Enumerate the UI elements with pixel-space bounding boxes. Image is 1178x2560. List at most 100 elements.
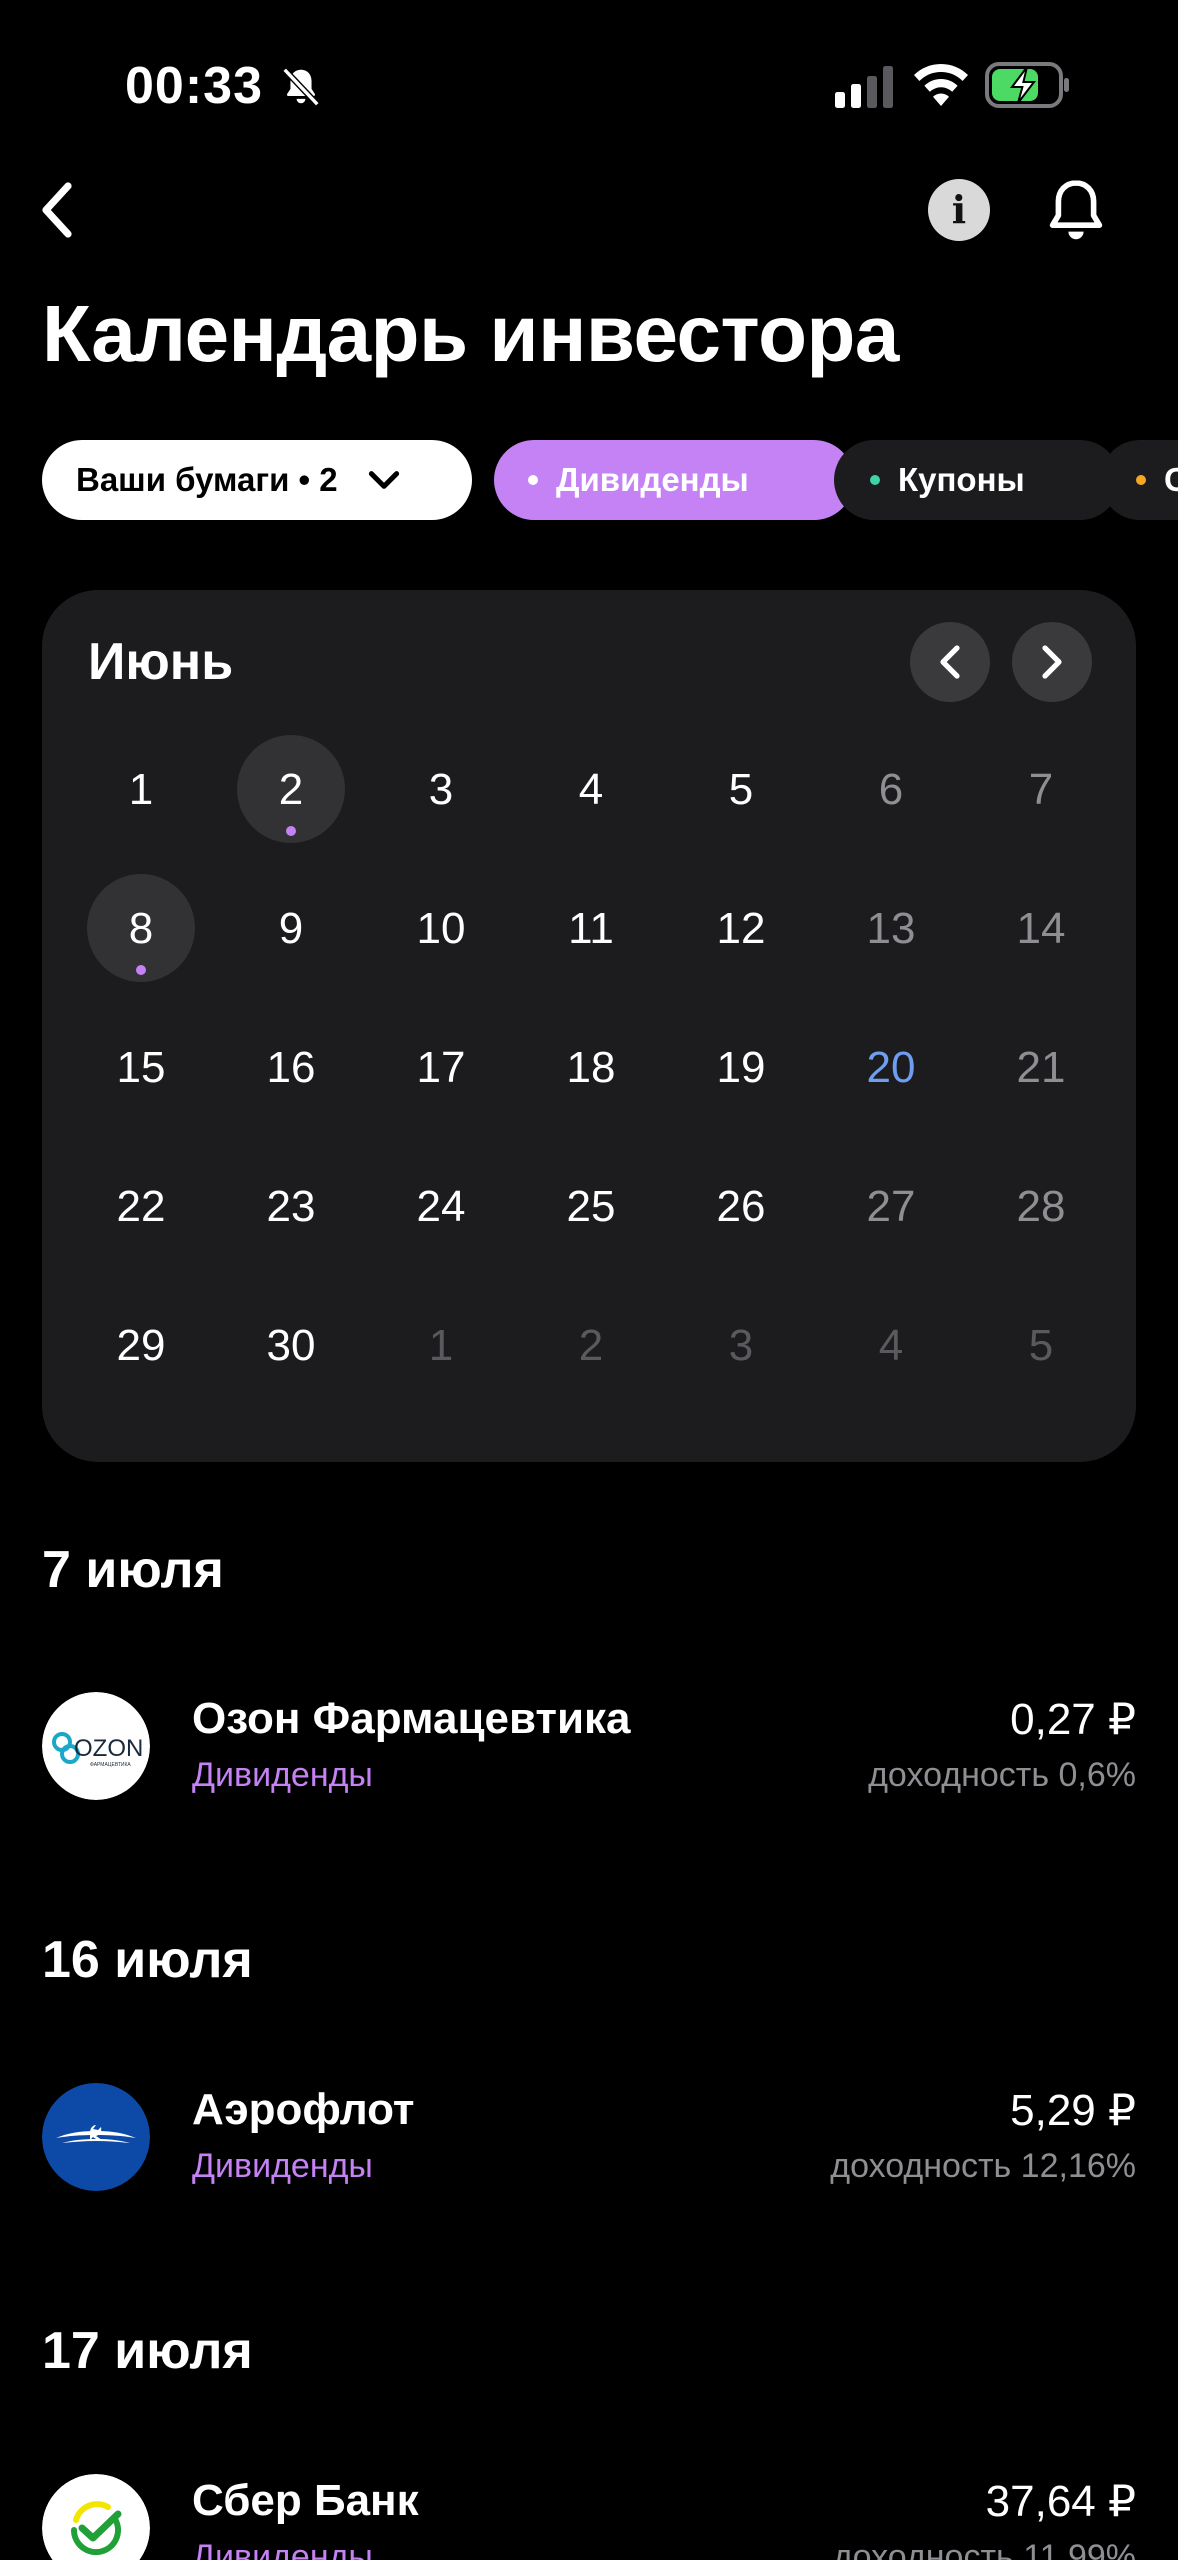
calendar-day[interactable]: 27 xyxy=(816,1137,966,1276)
calendar-day-number: 29 xyxy=(116,1320,166,1370)
dividends-dot xyxy=(528,475,538,485)
calendar-day[interactable]: 13 xyxy=(816,859,966,998)
calendar-day[interactable]: 25 xyxy=(516,1137,666,1276)
calendar-day-number: 8 xyxy=(128,903,154,953)
dividends-filter[interactable]: Дивиденды xyxy=(494,440,854,520)
dividends-filter-label: Дивиденды xyxy=(556,461,749,498)
calendar-day[interactable]: 23 xyxy=(216,1137,366,1276)
calendar-day[interactable]: 17 xyxy=(366,998,516,1137)
calendar-week: 22 23 24 25 26 27 28 xyxy=(66,1137,1116,1276)
sber-logo xyxy=(42,2474,150,2560)
coupons-dot xyxy=(870,475,880,485)
event-amount: 0,27 ₽ xyxy=(1010,1695,1136,1744)
event-type: Дивиденды xyxy=(192,1756,373,1794)
calendar-day[interactable]: 2 xyxy=(516,1276,666,1415)
calendar-day-number: 9 xyxy=(278,903,304,953)
calendar-day[interactable]: 9 xyxy=(216,859,366,998)
calendar-day-number: 28 xyxy=(1016,1181,1066,1231)
month-calendar: Июнь 1 2 3 4 5 6 7 8 9 10 11 12 13 14 15 16 17 18 19 20 21 22… xyxy=(42,590,1136,1462)
calendar-day[interactable]: 1 xyxy=(66,720,216,859)
calendar-day-number: 21 xyxy=(1016,1042,1066,1092)
calendar-day-number: 11 xyxy=(568,903,614,953)
calendar-day-today[interactable]: 20 xyxy=(816,998,966,1137)
calendar-day[interactable]: 3 xyxy=(666,1276,816,1415)
other-dot xyxy=(1136,475,1146,485)
calendar-day-number: 12 xyxy=(716,903,766,953)
calendar-day-number: 16 xyxy=(266,1042,316,1092)
chevron-left-icon xyxy=(940,645,960,679)
calendar-day[interactable]: 24 xyxy=(366,1137,516,1276)
calendar-day[interactable]: 10 xyxy=(366,859,516,998)
calendar-grid: 1 2 3 4 5 6 7 8 9 10 11 12 13 14 15 16 17 18 19 20 21 22 23 24 2… xyxy=(66,720,1116,1415)
calendar-day[interactable]: 19 xyxy=(666,998,816,1137)
calendar-day-number: 26 xyxy=(716,1181,766,1231)
calendar-day[interactable]: 26 xyxy=(666,1137,816,1276)
info-button[interactable]: i xyxy=(928,179,990,241)
calendar-day[interactable]: 30 xyxy=(216,1276,366,1415)
calendar-day[interactable]: 21 xyxy=(966,998,1116,1137)
date-heading: 17 июля xyxy=(42,2322,253,2380)
calendar-day-number: 30 xyxy=(266,1320,316,1370)
calendar-day-number: 14 xyxy=(1016,903,1066,953)
calendar-day-number: 19 xyxy=(716,1042,766,1092)
bell-icon[interactable] xyxy=(1044,176,1108,246)
calendar-day[interactable]: 2 xyxy=(216,720,366,859)
calendar-day[interactable]: 5 xyxy=(666,720,816,859)
dividend-event-dot xyxy=(286,826,296,836)
calendar-day-number: 1 xyxy=(428,1320,454,1370)
info-icon: i xyxy=(951,187,967,232)
calendar-day-number: 3 xyxy=(428,764,454,814)
dividend-event-dot xyxy=(136,965,146,975)
calendar-day-number: 17 xyxy=(416,1042,466,1092)
calendar-day[interactable]: 12 xyxy=(666,859,816,998)
event-amount: 5,29 ₽ xyxy=(1010,2086,1136,2135)
calendar-day[interactable]: 22 xyxy=(66,1137,216,1276)
aeroflot-logo xyxy=(42,2083,150,2191)
bell-slash-icon xyxy=(282,67,320,107)
ozon-logo-subtext: ФАРМАЦЕВТИКА xyxy=(90,1762,131,1768)
cellular-signal-icon xyxy=(835,66,893,108)
calendar-day[interactable]: 6 xyxy=(816,720,966,859)
calendar-day-number: 22 xyxy=(116,1181,166,1231)
calendar-day[interactable]: 14 xyxy=(966,859,1116,998)
calendar-day-number: 2 xyxy=(278,764,304,814)
calendar-day[interactable]: 18 xyxy=(516,998,666,1137)
calendar-day[interactable]: 7 xyxy=(966,720,1116,859)
calendar-week: 15 16 17 18 19 20 21 xyxy=(66,998,1116,1137)
coupons-filter[interactable]: Купоны xyxy=(834,440,1120,520)
chevron-right-icon xyxy=(1042,645,1062,679)
calendar-day[interactable]: 3 xyxy=(366,720,516,859)
next-month-button[interactable] xyxy=(1012,622,1092,702)
wifi-icon xyxy=(914,64,968,106)
chevron-down-icon xyxy=(368,471,399,489)
event-row[interactable]: Аэрофлот Дивиденды 5,29 ₽ доходность 12,… xyxy=(42,2083,1136,2193)
calendar-day[interactable]: 11 xyxy=(516,859,666,998)
event-row[interactable]: Сбер Банк Дивиденды 37,64 ₽ доходность 1… xyxy=(42,2474,1136,2560)
calendar-day-number: 10 xyxy=(416,903,466,953)
event-company-name: Озон Фармацевтика xyxy=(192,1694,631,1743)
calendar-day[interactable]: 28 xyxy=(966,1137,1116,1276)
calendar-day-number: 24 xyxy=(416,1181,466,1231)
event-yield: доходность 12,16% xyxy=(830,2147,1136,2185)
back-icon xyxy=(42,182,72,238)
calendar-day[interactable]: 4 xyxy=(816,1276,966,1415)
calendar-day[interactable]: 29 xyxy=(66,1276,216,1415)
calendar-day[interactable]: 4 xyxy=(516,720,666,859)
calendar-day[interactable]: 15 xyxy=(66,998,216,1137)
other-filter[interactable]: С xyxy=(1100,440,1178,520)
calendar-day-number: 6 xyxy=(878,764,904,814)
calendar-week: 29 30 1 2 3 4 5 xyxy=(66,1276,1116,1415)
calendar-day[interactable]: 5 xyxy=(966,1276,1116,1415)
event-row[interactable]: OZON ФАРМАЦЕВТИКА Озон Фармацевтика Диви… xyxy=(42,1692,1136,1802)
calendar-day[interactable]: 1 xyxy=(366,1276,516,1415)
back-button[interactable] xyxy=(28,178,88,242)
event-yield: доходность 11,99% xyxy=(832,2538,1136,2560)
previous-month-button[interactable] xyxy=(910,622,990,702)
calendar-day-number: 5 xyxy=(1028,1320,1054,1370)
calendar-day[interactable]: 16 xyxy=(216,998,366,1137)
status-bar: 00:33 xyxy=(0,0,1178,170)
calendar-day[interactable]: 8 xyxy=(66,859,216,998)
calendar-day-number: 25 xyxy=(566,1181,616,1231)
coupons-filter-label: Купоны xyxy=(898,461,1025,498)
your-papers-filter[interactable]: Ваши бумаги • 2 xyxy=(42,440,472,520)
